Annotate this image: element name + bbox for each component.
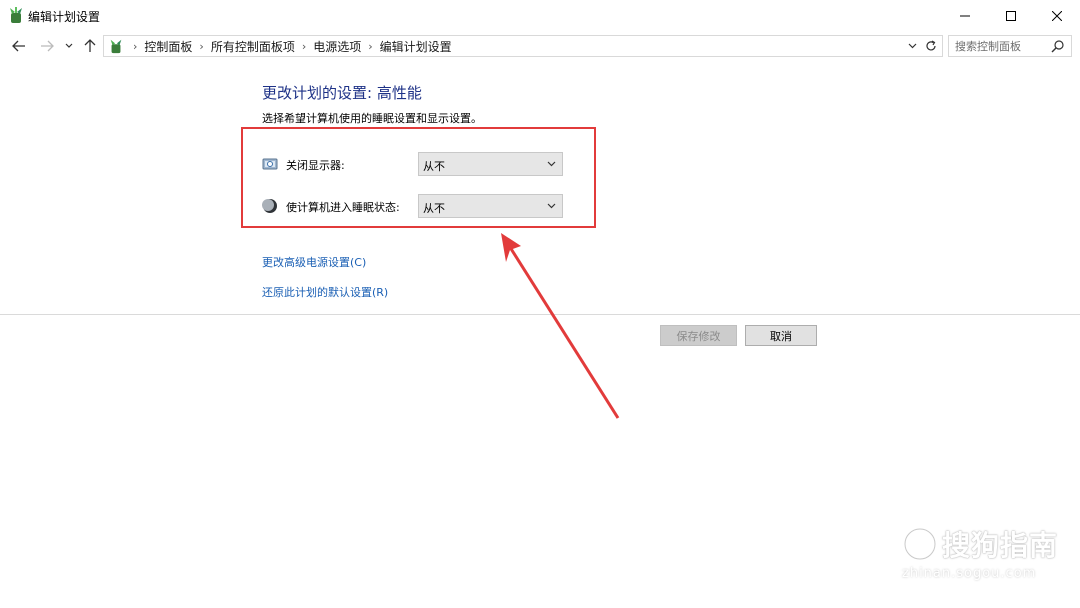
watermark: 搜狗指南 zhinan.sogou.com — [900, 522, 1070, 586]
watermark-text: 搜狗指南 — [942, 529, 1059, 562]
sogou-logo-icon — [903, 527, 937, 561]
watermark-url: zhinan.sogou.com — [902, 566, 1037, 581]
annotation-arrow — [501, 233, 620, 419]
